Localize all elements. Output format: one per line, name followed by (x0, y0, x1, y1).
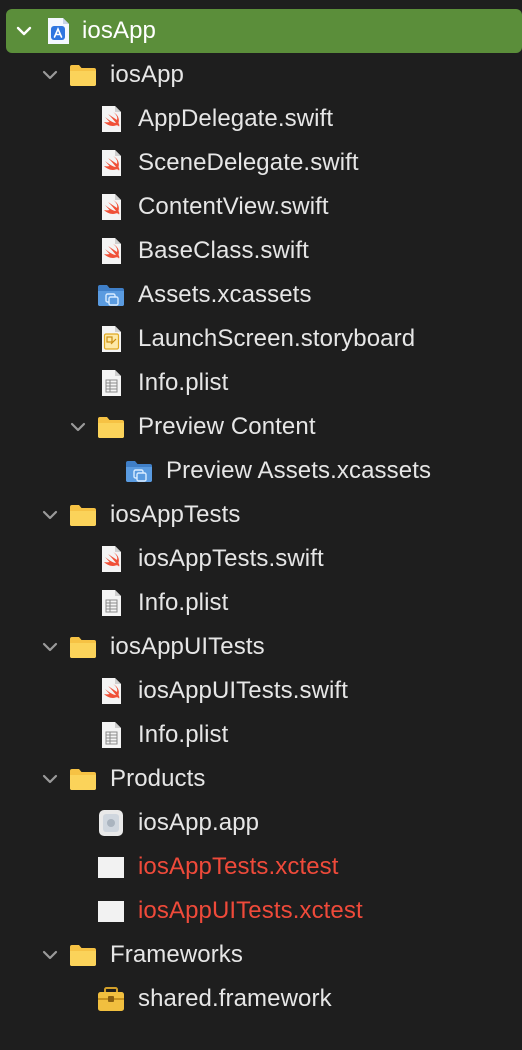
file-label: BaseClass.swift (138, 237, 309, 264)
file-row[interactable]: ContentView.swift (0, 185, 522, 229)
file-row[interactable]: iosAppTests.swift (0, 537, 522, 581)
swift-file-icon (96, 677, 126, 705)
group-row-iosAppTests[interactable]: iosAppTests (0, 493, 522, 537)
chevron-down-icon[interactable] (14, 21, 34, 41)
group-row-preview-content[interactable]: Preview Content (0, 405, 522, 449)
missing-file-label: iosAppUITests.xctest (138, 897, 363, 924)
framework-icon (96, 985, 126, 1013)
file-row[interactable]: Assets.xcassets (0, 273, 522, 317)
file-row[interactable]: iosAppUITests.xctest (0, 889, 522, 933)
file-label: shared.framework (138, 985, 332, 1012)
file-row[interactable]: iosAppTests.xctest (0, 845, 522, 889)
file-label: Preview Assets.xcassets (166, 457, 432, 484)
file-label: iosAppUITests.swift (138, 677, 348, 704)
project-icon (44, 17, 74, 45)
file-row[interactable]: iosApp.app (0, 801, 522, 845)
file-label: iosAppTests.swift (138, 545, 324, 572)
folder-icon (68, 61, 98, 89)
swift-file-icon (96, 237, 126, 265)
folder-icon (68, 633, 98, 661)
file-label: AppDelegate.swift (138, 105, 334, 132)
file-row[interactable]: Info.plist (0, 713, 522, 757)
group-label: iosAppUITests (110, 633, 265, 660)
chevron-down-icon[interactable] (40, 505, 60, 525)
file-label: ContentView.swift (138, 193, 329, 220)
file-label: iosApp.app (138, 809, 260, 836)
group-row-products[interactable]: Products (0, 757, 522, 801)
file-row[interactable]: AppDelegate.swift (0, 97, 522, 141)
swift-file-icon (96, 193, 126, 221)
xctest-bundle-icon (96, 897, 126, 925)
project-label: iosApp (82, 17, 156, 44)
file-label: Assets.xcassets (138, 281, 312, 308)
group-row-iosAppUITests[interactable]: iosAppUITests (0, 625, 522, 669)
group-label: Preview Content (138, 413, 316, 440)
plist-icon (96, 369, 126, 397)
group-label: iosAppTests (110, 501, 241, 528)
asset-catalog-icon (96, 281, 126, 309)
app-bundle-icon (96, 809, 126, 837)
file-label: SceneDelegate.swift (138, 149, 359, 176)
file-row[interactable]: Info.plist (0, 581, 522, 625)
chevron-down-icon[interactable] (40, 945, 60, 965)
chevron-down-icon[interactable] (68, 417, 88, 437)
file-label: Info.plist (138, 589, 229, 616)
plist-icon (96, 589, 126, 617)
asset-catalog-icon (124, 457, 154, 485)
group-row-frameworks[interactable]: Frameworks (0, 933, 522, 977)
file-row[interactable]: LaunchScreen.storyboard (0, 317, 522, 361)
group-label: Products (110, 765, 206, 792)
file-row[interactable]: iosAppUITests.swift (0, 669, 522, 713)
swift-file-icon (96, 545, 126, 573)
file-row[interactable]: SceneDelegate.swift (0, 141, 522, 185)
file-row[interactable]: BaseClass.swift (0, 229, 522, 273)
file-row[interactable]: Info.plist (0, 361, 522, 405)
folder-icon (96, 413, 126, 441)
chevron-down-icon[interactable] (40, 637, 60, 657)
file-label: LaunchScreen.storyboard (138, 325, 416, 352)
group-label: iosApp (110, 61, 184, 88)
xctest-bundle-icon (96, 853, 126, 881)
chevron-down-icon[interactable] (40, 769, 60, 789)
swift-file-icon (96, 105, 126, 133)
missing-file-label: iosAppTests.xctest (138, 853, 339, 880)
file-row[interactable]: Preview Assets.xcassets (0, 449, 522, 493)
file-row[interactable]: shared.framework (0, 977, 522, 1021)
folder-icon (68, 941, 98, 969)
group-label: Frameworks (110, 941, 244, 968)
project-row-iosApp[interactable]: iosApp (6, 9, 522, 53)
folder-icon (68, 765, 98, 793)
chevron-down-icon[interactable] (40, 65, 60, 85)
plist-icon (96, 721, 126, 749)
file-label: Info.plist (138, 721, 229, 748)
group-row-iosApp[interactable]: iosApp (0, 53, 522, 97)
storyboard-icon (96, 325, 126, 353)
swift-file-icon (96, 149, 126, 177)
folder-icon (68, 501, 98, 529)
file-label: Info.plist (138, 369, 229, 396)
